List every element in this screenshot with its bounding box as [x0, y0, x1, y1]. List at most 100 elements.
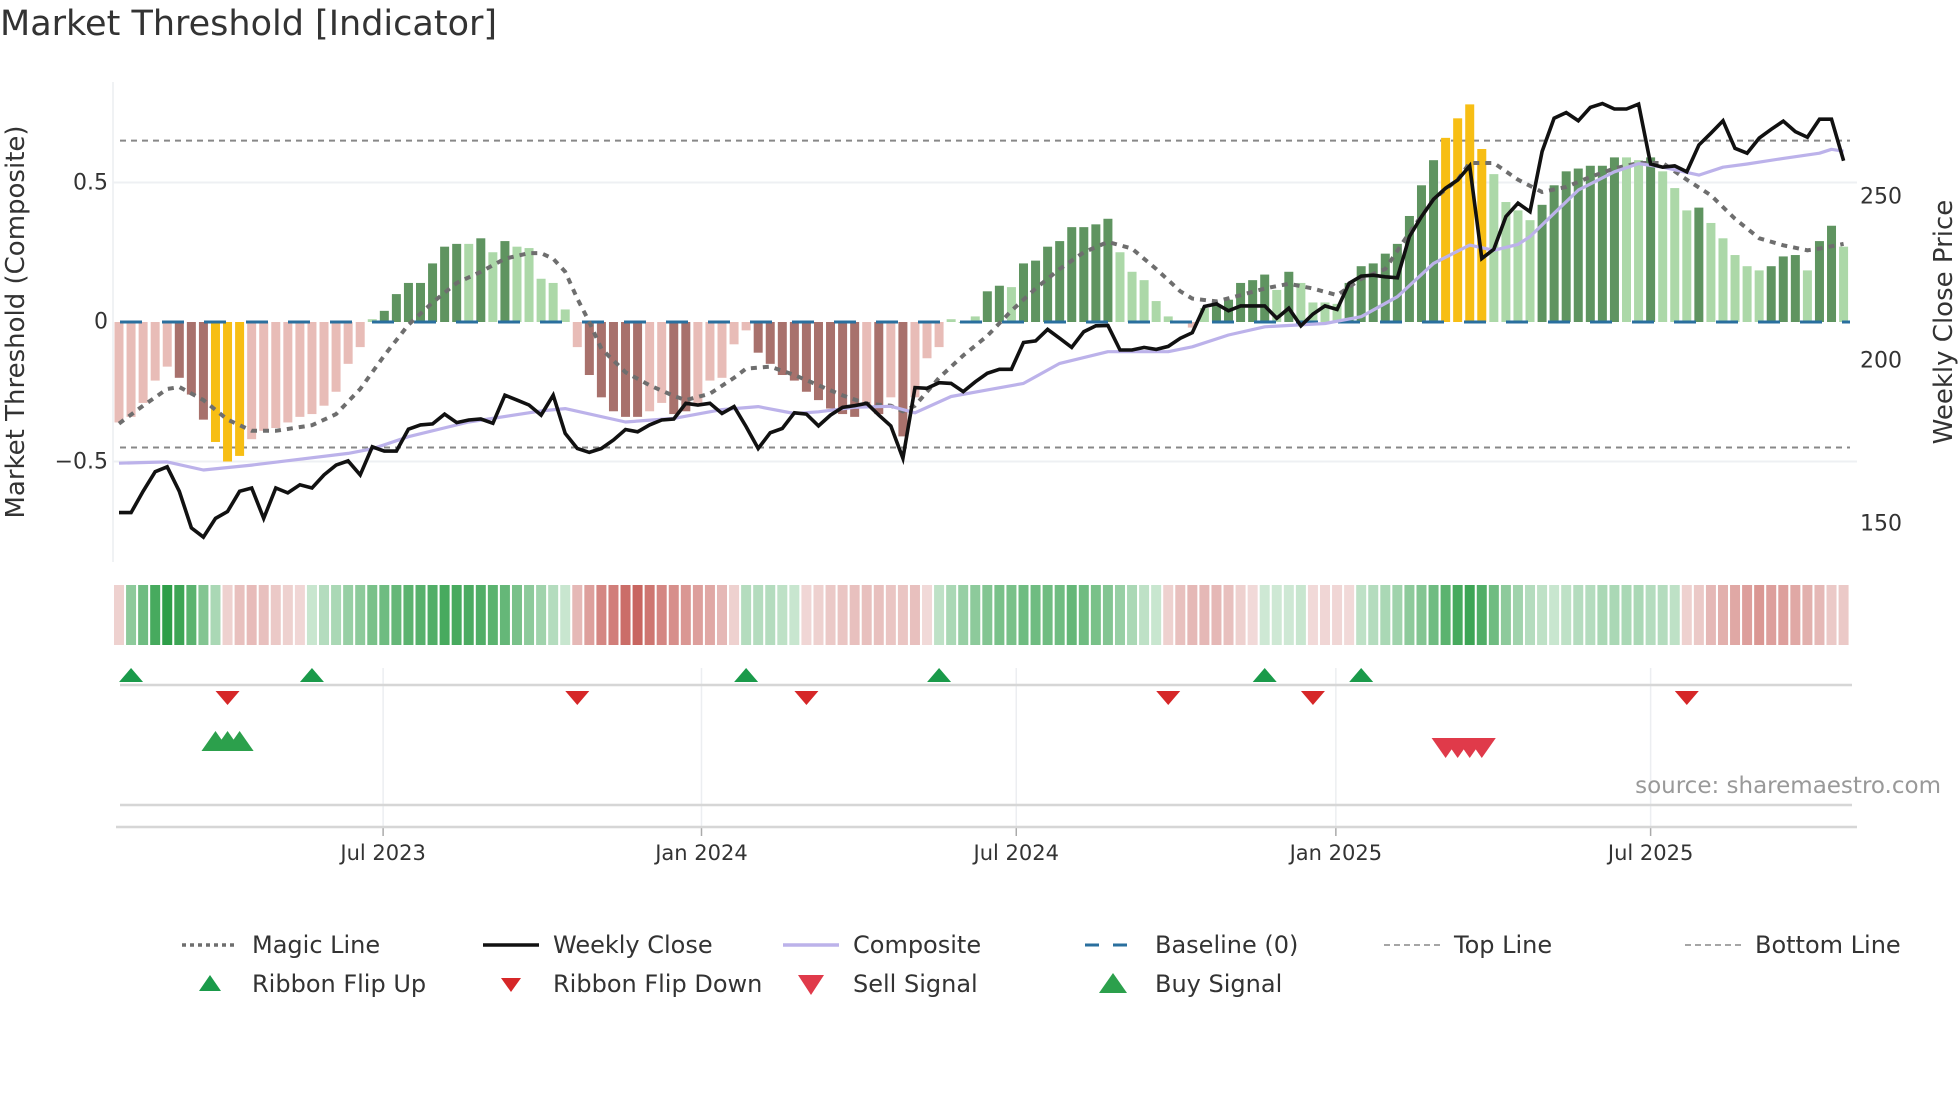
composite-bar: [1658, 171, 1668, 322]
ribbon-cell: [1778, 585, 1789, 645]
x-tick-label: Jul 2023: [340, 841, 426, 865]
composite-bar: [500, 241, 510, 322]
composite-bar: [1609, 157, 1619, 322]
ribbon-cell: [511, 585, 522, 645]
ribbon-cell: [1452, 585, 1463, 645]
composite-bar: [838, 322, 848, 415]
ribbon-cell: [1814, 585, 1825, 645]
ribbon-cell: [922, 585, 933, 645]
ribbon-cell: [1416, 585, 1427, 645]
y-tick-label-right: 150: [1860, 511, 1902, 537]
composite-bar: [608, 322, 618, 412]
composite-bar: [307, 322, 317, 415]
legend-composite: Composite: [781, 930, 981, 960]
ribbon-cell: [1320, 585, 1330, 645]
ribbon-cell: [427, 585, 438, 645]
composite-bar: [1646, 157, 1656, 322]
composite-bar: [1248, 280, 1258, 322]
weekly-close-line: [119, 101, 1846, 540]
composite-bar: [283, 322, 293, 423]
ribbon-cell: [1187, 585, 1198, 645]
composite-bar: [162, 322, 172, 367]
ribbon-cell: [934, 585, 945, 645]
triangle-up-icon: [1099, 973, 1127, 993]
legend-label: Sell Signal: [853, 970, 978, 998]
composite-bar: [1429, 160, 1439, 322]
composite-bar: [1839, 246, 1849, 322]
ribbon-cell: [391, 585, 402, 645]
ribbon-flip-up-marker: [1252, 668, 1277, 682]
ribbon-cell: [367, 585, 378, 645]
composite-bar: [126, 322, 136, 417]
composite-bar: [693, 322, 703, 403]
composite-bar: [548, 282, 558, 322]
composite-bar: [1392, 243, 1402, 322]
ribbon-cell: [282, 585, 293, 645]
ribbon-cell: [186, 585, 197, 645]
ribbon-cell: [789, 585, 800, 645]
dashed-line-icon: [1384, 944, 1440, 946]
composite-bar: [1380, 253, 1390, 322]
ribbon-cell: [668, 585, 679, 645]
composite-bar: [1549, 185, 1559, 322]
ribbon-cell: [1283, 585, 1294, 645]
ribbon-cell: [524, 585, 535, 645]
composite-bar: [898, 322, 908, 437]
composite-bar: [886, 322, 896, 398]
solid-line-icon: [483, 943, 539, 947]
composite-bar: [391, 294, 401, 322]
ribbon-cell: [270, 585, 281, 645]
ribbon-cell: [379, 585, 390, 645]
composite-bar: [476, 238, 486, 322]
ribbon-flip-down-marker: [1300, 691, 1325, 705]
ribbon-cell: [150, 585, 161, 645]
ribbon-cell: [1525, 585, 1536, 645]
composite-bar: [729, 322, 739, 345]
ribbon-cell: [1609, 585, 1620, 645]
composite-bar: [1622, 157, 1631, 322]
ribbon-cell: [331, 585, 342, 645]
composite-bar: [488, 252, 498, 322]
legend-label: Magic Line: [252, 931, 381, 959]
y-axis-label-left: Market Threshold (Composite): [1, 125, 31, 519]
legend-label: Weekly Close: [553, 931, 713, 959]
ribbon-cell: [1754, 585, 1765, 645]
ribbon-cell: [1621, 585, 1632, 645]
ribbon-cell: [729, 585, 740, 645]
ribbon-cell: [1802, 585, 1813, 645]
composite-bar: [1513, 210, 1523, 322]
legend-magic-line: Magic Line: [180, 930, 380, 960]
ribbon-cell: [415, 585, 426, 645]
composite-bar: [572, 322, 582, 348]
composite-bar: [355, 322, 365, 348]
ribbon-cell: [1633, 585, 1644, 645]
ribbon-flip-down-marker: [565, 691, 590, 705]
ribbon-cell: [1332, 585, 1343, 645]
composite-bar: [741, 322, 751, 331]
ribbon-cell: [1295, 585, 1306, 645]
composite-bar: [1103, 218, 1113, 322]
composite-bar: [150, 322, 160, 381]
ribbon-cell: [982, 585, 993, 645]
composite-bar: [621, 322, 631, 417]
ribbon-cell: [1368, 585, 1379, 645]
ribbon-cell: [861, 585, 872, 645]
ribbon-cell: [885, 585, 896, 645]
ribbon-cell: [1114, 585, 1125, 645]
composite-bar: [1790, 255, 1800, 322]
ribbon-cell: [777, 585, 788, 645]
ribbon-flip-up-marker: [119, 668, 144, 682]
ribbon-cell: [1307, 585, 1318, 645]
ribbon-cell: [1090, 585, 1101, 645]
composite-bar: [717, 322, 727, 378]
ribbon-flip-down-marker: [794, 691, 819, 705]
composite-bar: [922, 322, 932, 359]
composite-bar: [174, 322, 184, 378]
ribbon-cell: [1042, 585, 1053, 645]
composite-bar: [874, 322, 884, 415]
ribbon-cell: [1476, 585, 1487, 645]
ribbon-cell: [1380, 585, 1391, 645]
ribbon-cell: [1597, 585, 1608, 645]
legend-ribbon-flip-up: Ribbon Flip Up: [180, 969, 426, 999]
ribbon-cell: [632, 585, 643, 645]
